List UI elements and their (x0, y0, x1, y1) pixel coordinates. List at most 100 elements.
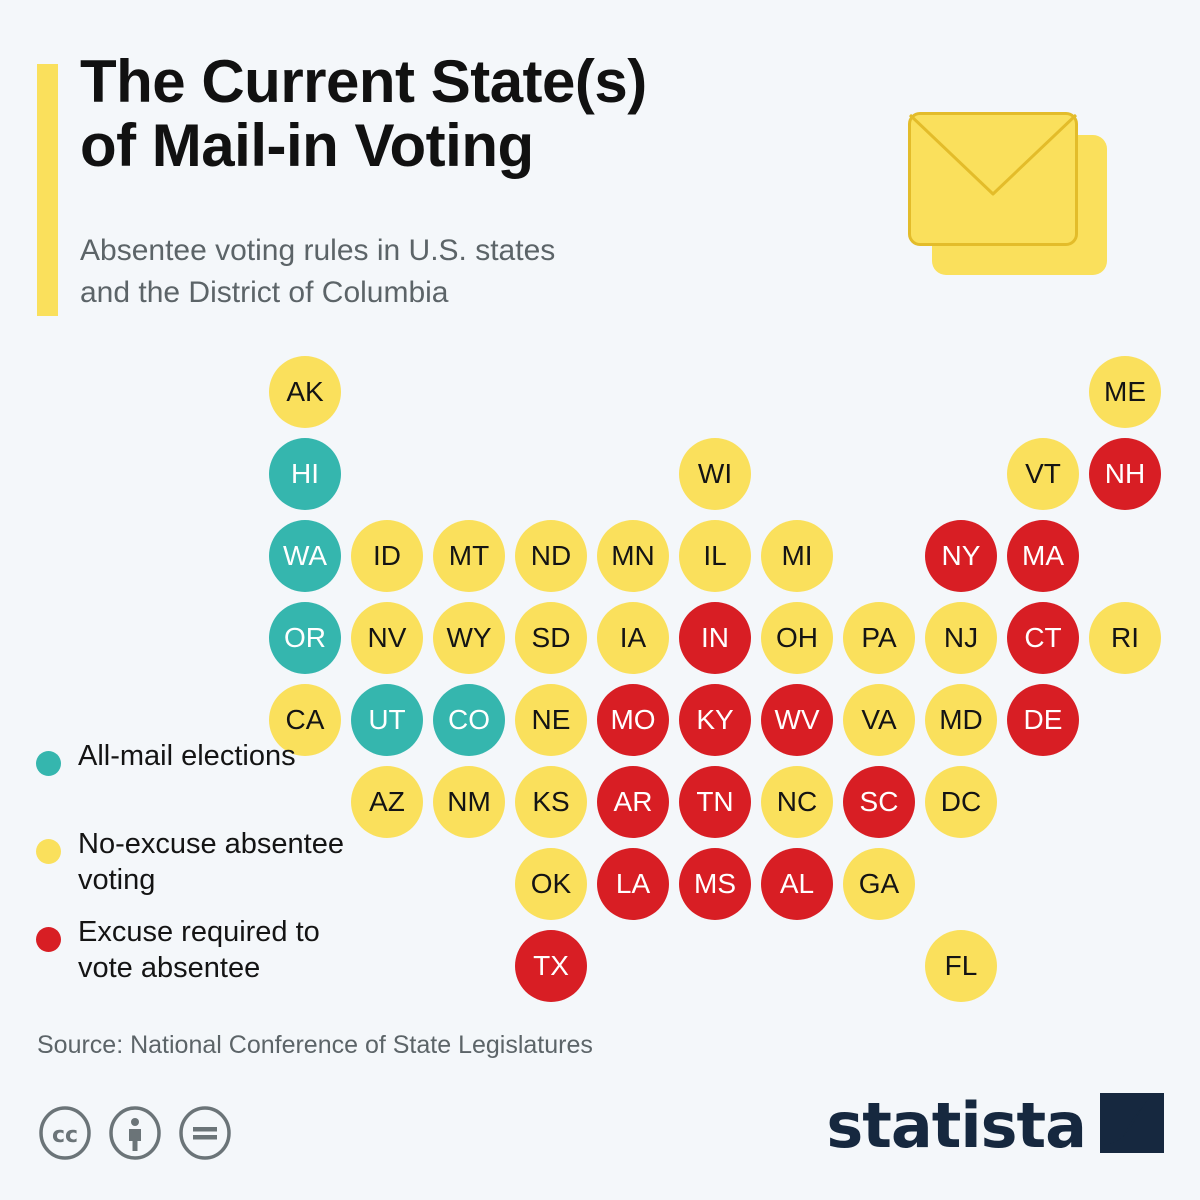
state-tile-fl[interactable]: FL (925, 930, 997, 1002)
state-tile-nv[interactable]: NV (351, 602, 423, 674)
legend-label-all-mail: All-mail elections (78, 740, 296, 772)
state-tile-label: NH (1104, 458, 1146, 489)
state-tile-ma[interactable]: MA (1007, 520, 1079, 592)
state-tile-ri[interactable]: RI (1089, 602, 1161, 674)
state-tile-label: TN (696, 786, 734, 817)
state-tile-label: ID (373, 540, 401, 571)
state-tile-label: NY (941, 540, 981, 571)
state-tile-mt[interactable]: MT (433, 520, 505, 592)
state-tile-id[interactable]: ID (351, 520, 423, 592)
statista-logo: statista (826, 1093, 1164, 1158)
state-tile-in[interactable]: IN (679, 602, 751, 674)
state-tile-label: AR (613, 786, 653, 817)
state-tile-co[interactable]: CO (433, 684, 505, 756)
state-tile-label: TX (533, 950, 569, 981)
state-tile-label: VT (1025, 458, 1061, 489)
state-tile-label: MI (781, 540, 813, 571)
state-tile-nd[interactable]: ND (515, 520, 587, 592)
state-tile-nh[interactable]: NH (1089, 438, 1161, 510)
state-tile-label: IA (619, 622, 647, 653)
source-note: Source: National Conference of State Leg… (37, 1031, 593, 1059)
state-tile-label: NE (531, 704, 571, 735)
state-tile-ga[interactable]: GA (843, 848, 915, 920)
state-tile-label: AZ (369, 786, 405, 817)
state-tile-label: MT (448, 540, 490, 571)
creative-commons-badges: cc (38, 1106, 232, 1165)
state-tile-label: NJ (943, 622, 979, 653)
state-tile-nj[interactable]: NJ (925, 602, 997, 674)
state-tile-label: WV (774, 704, 820, 735)
state-tile-label: MA (1022, 540, 1064, 571)
state-tile-oh[interactable]: OH (761, 602, 833, 674)
state-tile-label: MD (939, 704, 983, 735)
state-tile-tx[interactable]: TX (515, 930, 587, 1002)
state-tile-label: DE (1023, 704, 1063, 735)
legend-swatch-excuse (36, 927, 61, 952)
state-tile-wa[interactable]: WA (269, 520, 341, 592)
state-tile-wv[interactable]: WV (761, 684, 833, 756)
state-tile-wy[interactable]: WY (433, 602, 505, 674)
state-tile-va[interactable]: VA (843, 684, 915, 756)
state-tile-grid: AK ME HI WI VT NH WA ID MT ND MN IL MI NY MA OR NV WY SD IA… (0, 0, 1200, 1200)
state-tile-label: KS (532, 786, 570, 817)
state-tile-label: LA (615, 868, 651, 899)
state-tile-mi[interactable]: MI (761, 520, 833, 592)
legend-item-all-mail[interactable]: All-mail elections (34, 740, 364, 804)
state-tile-me[interactable]: ME (1089, 356, 1161, 428)
state-tile-sc[interactable]: SC (843, 766, 915, 838)
state-tile-mo[interactable]: MO (597, 684, 669, 756)
state-tile-hi[interactable]: HI (269, 438, 341, 510)
svg-text:cc: cc (52, 1123, 78, 1148)
state-tile-sd[interactable]: SD (515, 602, 587, 674)
state-tile-label: MS (694, 868, 736, 899)
state-tile-ct[interactable]: CT (1007, 602, 1079, 674)
state-tile-wi[interactable]: WI (679, 438, 751, 510)
state-tile-ia[interactable]: IA (597, 602, 669, 674)
state-tile-label: DC (940, 786, 982, 817)
state-tile-label: ME (1104, 376, 1146, 407)
state-tile-or[interactable]: OR (269, 602, 341, 674)
state-tile-tn[interactable]: TN (679, 766, 751, 838)
state-tile-nm[interactable]: NM (433, 766, 505, 838)
statista-wordmark: statista (826, 1088, 1087, 1162)
state-tile-al[interactable]: AL (761, 848, 833, 920)
statista-curve-mark (1100, 1093, 1164, 1158)
state-tile-label: GA (858, 868, 900, 899)
state-tile-label: SD (531, 622, 571, 653)
state-tile-label: NC (776, 786, 818, 817)
state-tile-ky[interactable]: KY (679, 684, 751, 756)
state-tile-label: OH (776, 622, 818, 653)
legend-label-no-excuse: No-excuse absentee voting (78, 828, 344, 896)
state-tile-label: WA (282, 540, 328, 571)
legend-item-excuse[interactable]: Excuse required to vote absentee (34, 916, 364, 984)
state-tile-mn[interactable]: MN (597, 520, 669, 592)
state-tile-label: SC (859, 786, 899, 817)
state-tile-label: VA (861, 704, 897, 735)
legend: All-mail elections No-excuse absentee vot… (34, 740, 364, 1006)
state-tile-ne[interactable]: NE (515, 684, 587, 756)
state-tile-il[interactable]: IL (679, 520, 751, 592)
state-tile-ok[interactable]: OK (515, 848, 587, 920)
state-tile-ms[interactable]: MS (679, 848, 751, 920)
state-tile-la[interactable]: LA (597, 848, 669, 920)
state-tile-label: FL (944, 950, 978, 981)
state-tile-label: UT (368, 704, 406, 735)
state-tile-ny[interactable]: NY (925, 520, 997, 592)
state-tile-label: RI (1111, 622, 1139, 653)
state-tile-de[interactable]: DE (1007, 684, 1079, 756)
state-tile-label: OR (284, 622, 326, 653)
state-tile-label: CT (1024, 622, 1062, 653)
state-tile-pa[interactable]: PA (843, 602, 915, 674)
state-tile-md[interactable]: MD (925, 684, 997, 756)
state-tile-ar[interactable]: AR (597, 766, 669, 838)
state-tile-label: AL (779, 868, 815, 899)
state-tile-ak[interactable]: AK (269, 356, 341, 428)
legend-item-no-excuse[interactable]: No-excuse absentee voting (34, 828, 364, 896)
state-tile-nc[interactable]: NC (761, 766, 833, 838)
state-tile-dc[interactable]: DC (925, 766, 997, 838)
cc-icon: cc (38, 1106, 92, 1165)
state-tile-label: KY (696, 704, 734, 735)
cc-nd-equals-icon (178, 1106, 232, 1165)
state-tile-ks[interactable]: KS (515, 766, 587, 838)
state-tile-vt[interactable]: VT (1007, 438, 1079, 510)
